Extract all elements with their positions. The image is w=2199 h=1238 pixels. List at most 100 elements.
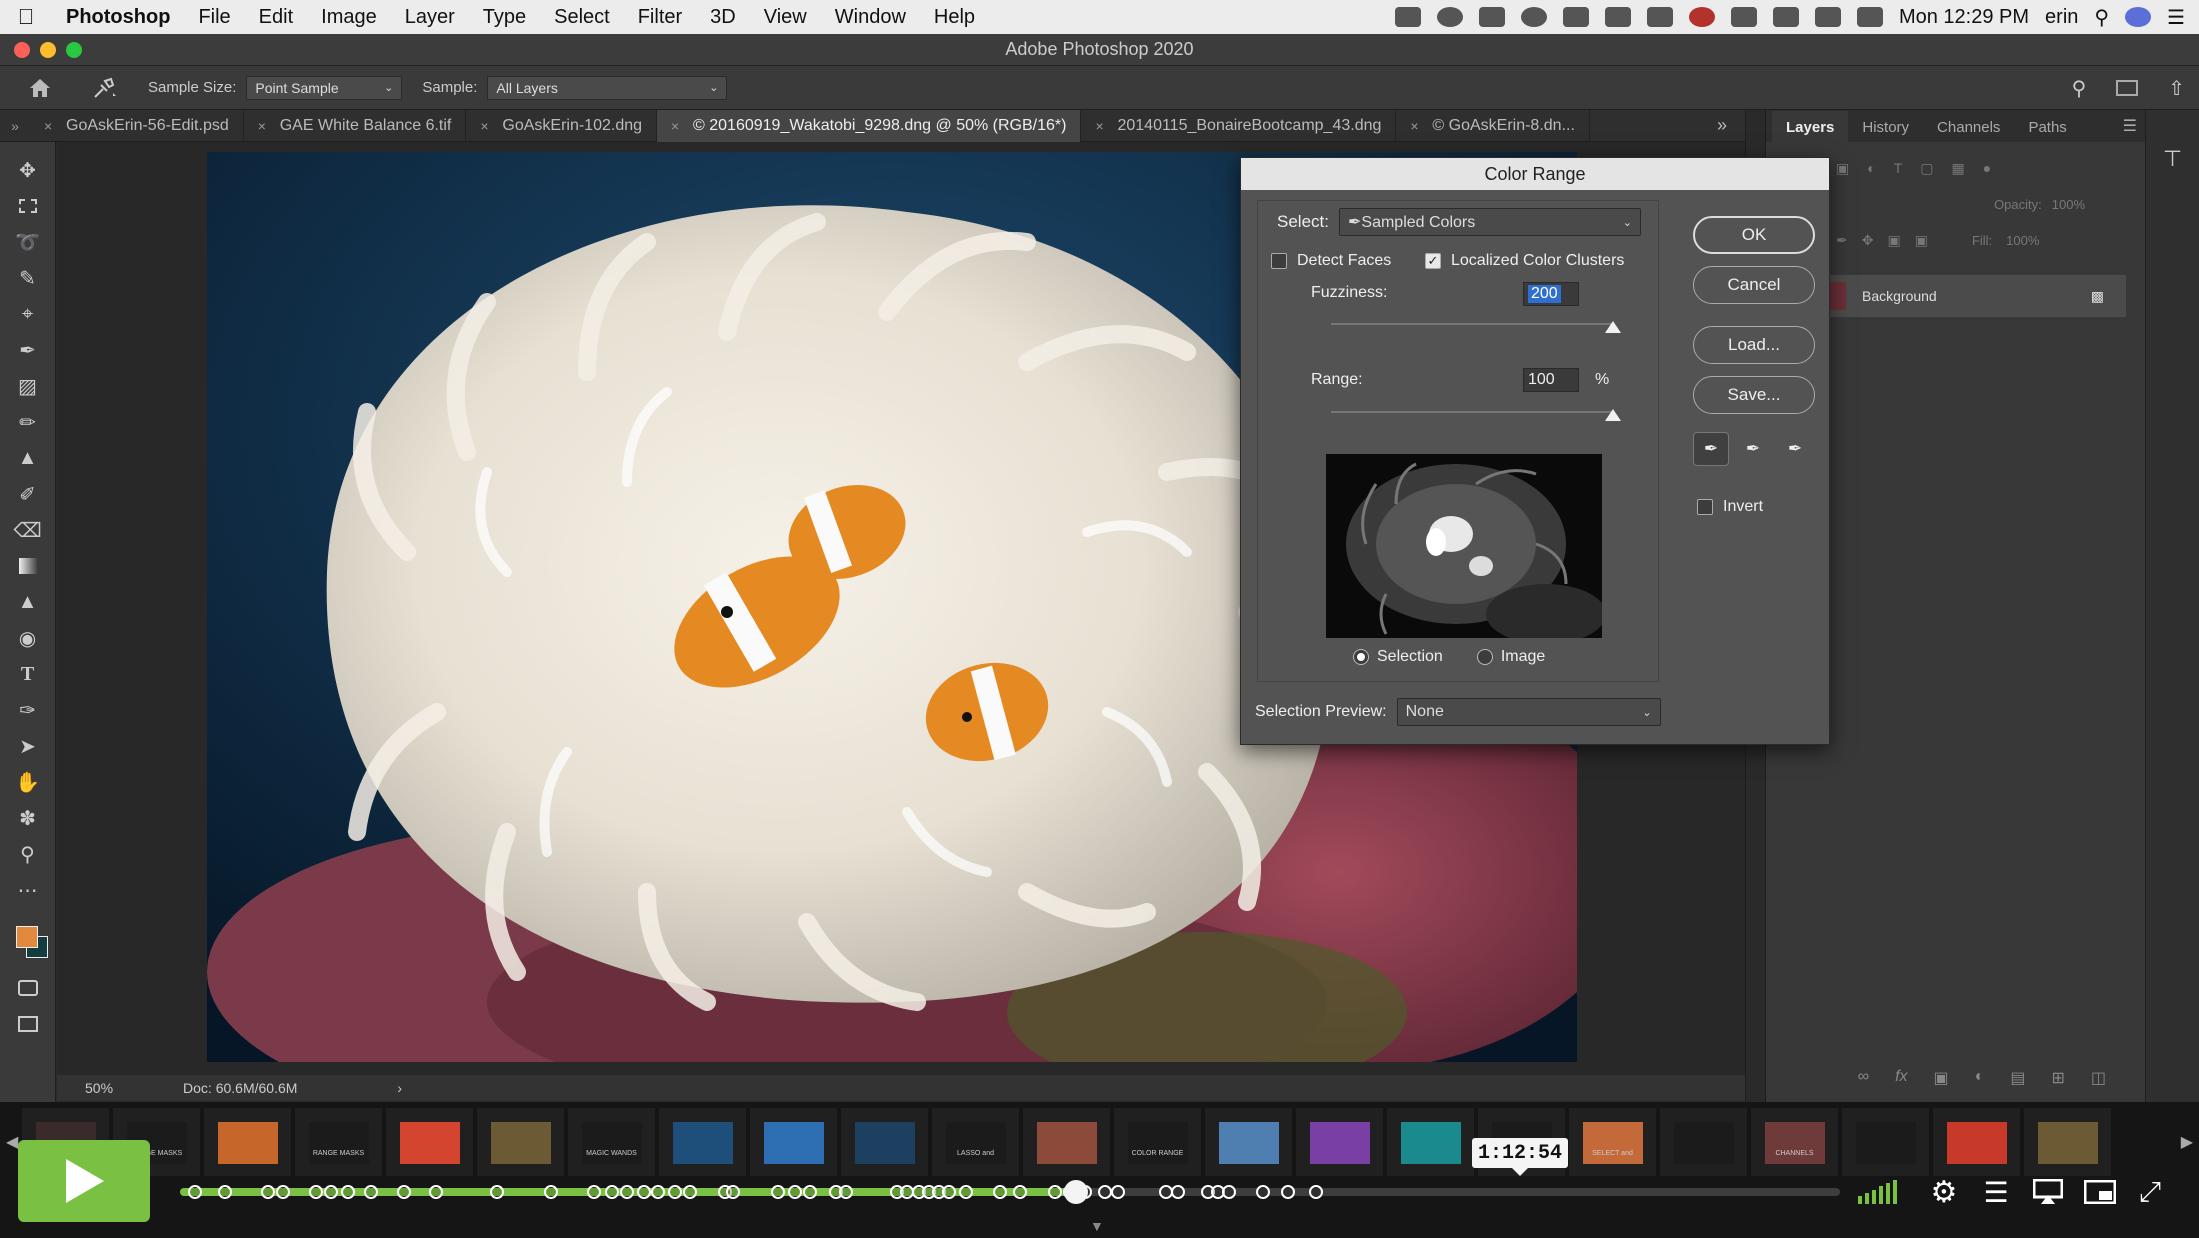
move-tool-icon[interactable]: ✥ (12, 154, 44, 186)
foreground-color-swatch[interactable] (15, 926, 38, 948)
tab-paths[interactable]: Paths (2014, 119, 2080, 142)
search-icon[interactable]: ⚲ (2072, 76, 2087, 101)
eraser-tool-icon[interactable]: ⌫ (12, 514, 44, 546)
chapter-thumbnail[interactable] (477, 1108, 564, 1176)
creative-cloud-icon[interactable] (1436, 7, 1463, 27)
chapter-thumbnail[interactable] (1205, 1108, 1292, 1176)
chapter-marker[interactable] (1171, 1185, 1186, 1199)
chapter-marker[interactable] (261, 1185, 276, 1199)
airplay-icon[interactable] (1730, 7, 1757, 27)
bluetooth-icon[interactable] (1562, 7, 1589, 27)
collapse-tools-icon[interactable]: » (0, 118, 30, 134)
screen-mode-icon[interactable] (12, 1008, 44, 1040)
quick-selection-tool-icon[interactable]: ✎ (12, 262, 44, 294)
screen-record-icon[interactable] (1394, 7, 1421, 27)
chapter-thumbnail[interactable] (750, 1108, 837, 1176)
minimize-window-button[interactable] (40, 42, 56, 58)
chapter-thumbnail[interactable] (659, 1108, 746, 1176)
tab-document-5[interactable]: × 20140115_BonaireBootcamp_43.dng (1081, 109, 1397, 142)
chapter-marker[interactable] (1255, 1185, 1270, 1199)
detect-faces-checkbox[interactable] (1271, 253, 1287, 269)
color-swatches[interactable] (8, 918, 48, 958)
chapter-marker[interactable] (324, 1185, 339, 1199)
siri-icon[interactable] (2125, 7, 2152, 27)
custom-shape-tool-icon[interactable]: ✽ (12, 802, 44, 834)
chapter-marker[interactable] (839, 1185, 854, 1199)
tab-document-6[interactable]: × © GoAskErin-8.dn... (1396, 109, 1590, 142)
wifi-icon[interactable] (1814, 7, 1841, 27)
filter-toggle-icon[interactable]: ● (1983, 160, 1991, 176)
tab-history[interactable]: History (1848, 119, 1923, 142)
lock-artboard-icon[interactable]: ▣ (1887, 232, 1900, 249)
dodge-tool-icon[interactable]: ◉ (12, 622, 44, 654)
menu-window[interactable]: Window (821, 6, 920, 29)
clone-stamp-tool-icon[interactable]: ▲ (12, 442, 44, 474)
healing-brush-tool-icon[interactable]: ▨ (12, 370, 44, 402)
menu-app-name[interactable]: Photoshop (52, 6, 184, 29)
lasso-tool-icon[interactable]: ➰ (12, 226, 44, 258)
filter-smart-object-icon[interactable]: ▦ (1952, 160, 1965, 177)
fuzziness-slider[interactable] (1331, 321, 1621, 333)
more-tools-icon[interactable]: ⋯ (12, 874, 44, 906)
lock-position-icon[interactable]: ✥ (1862, 232, 1874, 249)
close-tab-icon[interactable]: × (1095, 118, 1103, 134)
chevron-right-icon[interactable]: ▶ (2181, 1132, 2193, 1152)
chapter-marker[interactable] (218, 1185, 233, 1199)
chapter-marker[interactable] (341, 1185, 356, 1199)
chapter-marker[interactable] (726, 1185, 741, 1199)
chapter-thumbnail[interactable]: MAGIC WANDS (568, 1108, 655, 1176)
path-selection-tool-icon[interactable]: ➤ (12, 730, 44, 762)
link-layers-icon[interactable]: ∞ (1858, 1068, 1869, 1088)
menu-file[interactable]: File (184, 6, 244, 29)
play-button[interactable] (18, 1140, 150, 1222)
lock-pixels-icon[interactable]: ✒ (1836, 232, 1848, 249)
notification-center-icon[interactable]: ☰ (2167, 5, 2185, 30)
close-tab-icon[interactable]: × (44, 118, 52, 134)
chapter-marker[interactable] (993, 1185, 1008, 1199)
chapter-marker[interactable] (397, 1185, 412, 1199)
fullscreen-icon[interactable]: ⤢ (2130, 1170, 2170, 1214)
chapter-thumbnail[interactable]: LASSO and (932, 1108, 1019, 1176)
lock-all-icon[interactable]: ▣ (1915, 232, 1928, 249)
type-tool-icon[interactable]: T (12, 658, 44, 690)
eyedropper-tool-preset-icon[interactable] (80, 77, 128, 99)
chevron-down-icon[interactable]: ▼ (1090, 1218, 1104, 1234)
chapter-thumbnail[interactable] (204, 1108, 291, 1176)
detect-faces-row[interactable]: Detect Faces (1271, 252, 1391, 270)
move-icon[interactable] (1772, 7, 1799, 27)
chapter-marker[interactable] (682, 1185, 697, 1199)
cancel-button[interactable]: Cancel (1693, 266, 1815, 304)
quick-mask-icon[interactable] (12, 972, 44, 1004)
zoom-level[interactable]: 50% (85, 1080, 113, 1096)
chapter-thumbnail[interactable]: CHANNELS (1751, 1108, 1838, 1176)
menubar-clock[interactable]: Mon 12:29 PM (1899, 6, 2029, 29)
more-tabs-icon[interactable]: » (1717, 115, 1727, 136)
chapter-marker[interactable] (586, 1185, 601, 1199)
chapter-marker[interactable] (543, 1185, 558, 1199)
chapter-marker[interactable] (1048, 1185, 1063, 1199)
trash-icon[interactable]: ◫ (2091, 1068, 2106, 1088)
chapter-marker[interactable] (1280, 1185, 1295, 1199)
ok-button[interactable]: OK (1693, 216, 1815, 254)
sample-select[interactable]: All Layers ⌄ (487, 75, 728, 100)
close-tab-icon[interactable]: × (1410, 118, 1418, 134)
chapter-marker[interactable] (619, 1185, 634, 1199)
chapter-thumbnail[interactable]: RANGE MASKS (295, 1108, 382, 1176)
menu-edit[interactable]: Edit (245, 6, 307, 29)
chapter-marker[interactable] (1013, 1185, 1028, 1199)
share-icon[interactable]: ⇧ (2168, 76, 2185, 101)
chapter-thumbnail[interactable] (1933, 1108, 2020, 1176)
chapter-marker[interactable] (429, 1185, 443, 1199)
chapter-marker[interactable] (1111, 1185, 1126, 1199)
chapter-marker[interactable] (1222, 1185, 1237, 1199)
selection-preview-select[interactable]: None ⌄ (1396, 698, 1661, 726)
chapter-thumbnail[interactable]: COLOR RANGE (1114, 1108, 1201, 1176)
status-more-chevron[interactable]: › (397, 1080, 402, 1096)
home-icon[interactable] (20, 66, 60, 110)
range-slider[interactable] (1331, 409, 1621, 421)
close-window-button[interactable] (14, 42, 30, 58)
chapter-marker[interactable] (941, 1185, 956, 1199)
fuzziness-input[interactable]: 200 (1523, 282, 1579, 306)
eyedropper-icon[interactable]: ✒ (1693, 432, 1729, 466)
settings-gear-icon[interactable]: ⚙ (1924, 1170, 1964, 1214)
